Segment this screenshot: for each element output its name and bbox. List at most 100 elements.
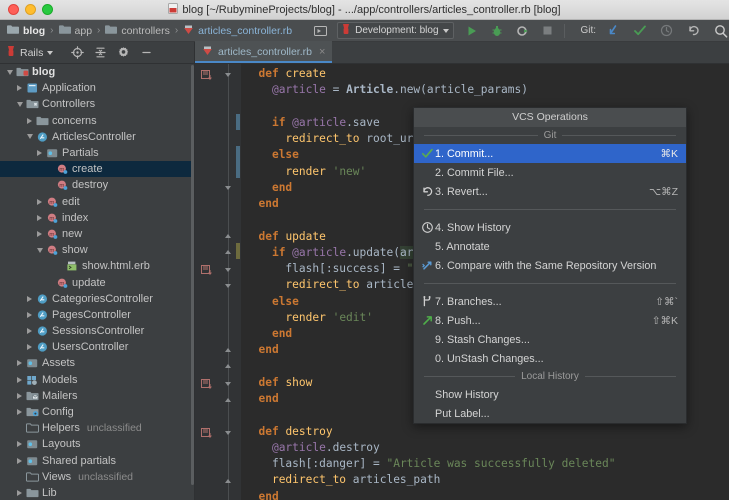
minimize-button[interactable] bbox=[25, 4, 36, 15]
tree-item-config[interactable]: Config bbox=[0, 404, 195, 420]
tree-item-helpers[interactable]: Helpers unclassified bbox=[0, 420, 195, 436]
run-method-icon[interactable] bbox=[201, 263, 212, 275]
breadcrumb-item-app[interactable]: app bbox=[58, 24, 92, 37]
menu-item-5-annotate[interactable]: 5. Annotate bbox=[414, 237, 686, 256]
tree-arrow-collapsed-icon[interactable] bbox=[37, 198, 42, 205]
tree-arrow-collapsed-icon[interactable] bbox=[17, 457, 22, 464]
tree-arrow-collapsed-icon[interactable] bbox=[37, 230, 42, 237]
run-configuration-selector[interactable]: Development: blog bbox=[337, 22, 454, 39]
settings-icon[interactable] bbox=[113, 44, 134, 62]
menu-item-1-commit[interactable]: 1. Commit... ⌘K bbox=[414, 144, 686, 163]
code-line[interactable]: def destroy bbox=[241, 424, 729, 440]
preview-icon[interactable] bbox=[310, 22, 331, 40]
breadcrumb-item-controllers[interactable]: controllers bbox=[105, 24, 170, 37]
tree-item-partials[interactable]: Partials bbox=[0, 145, 195, 161]
fold-chevron-up-icon[interactable] bbox=[225, 398, 232, 403]
run-method-icon[interactable] bbox=[201, 377, 212, 389]
tree-arrow-collapsed-icon[interactable] bbox=[17, 85, 22, 92]
vcs-history-icon[interactable] bbox=[656, 22, 677, 40]
chevron-down-icon[interactable] bbox=[442, 28, 449, 33]
tree-arrow-collapsed-icon[interactable] bbox=[17, 489, 22, 496]
close-icon[interactable]: × bbox=[319, 46, 325, 58]
tree-arrow-collapsed-icon[interactable] bbox=[37, 150, 42, 157]
vcs-operations-popup[interactable]: VCS Operations Git 1. Commit... ⌘K 2. Commi… bbox=[413, 107, 687, 424]
tree-arrow-collapsed-icon[interactable] bbox=[17, 409, 22, 416]
tree-arrow-collapsed-icon[interactable] bbox=[27, 311, 32, 318]
tree-item-create[interactable]: m create bbox=[0, 161, 195, 178]
tree-arrow-collapsed-icon[interactable] bbox=[27, 117, 32, 124]
tree-arrow-collapsed-icon[interactable] bbox=[37, 214, 42, 221]
tree-item-views[interactable]: Views unclassified bbox=[0, 469, 195, 485]
code-line[interactable]: @article = Article.new(article_params) bbox=[241, 82, 729, 98]
change-marker[interactable] bbox=[236, 146, 240, 178]
tree-arrow-collapsed-icon[interactable] bbox=[17, 441, 22, 448]
fold-chevron-up-icon[interactable] bbox=[225, 348, 232, 353]
tree-item-index[interactable]: m index bbox=[0, 210, 195, 226]
fold-chevron-down-icon[interactable] bbox=[225, 186, 232, 191]
tree-item-models[interactable]: Models bbox=[0, 372, 195, 388]
fold-chevron-up-icon[interactable] bbox=[225, 234, 232, 239]
debug-icon[interactable] bbox=[487, 22, 508, 40]
tree-item-application[interactable]: Application bbox=[0, 80, 195, 96]
code-line[interactable]: @article.destroy bbox=[241, 440, 729, 456]
change-marker[interactable] bbox=[236, 114, 240, 130]
menu-item-put-label[interactable]: Put Label... bbox=[414, 404, 686, 423]
search-icon[interactable] bbox=[710, 22, 729, 40]
tree-arrow-expanded-icon[interactable] bbox=[26, 134, 33, 140]
fold-chevron-up-icon[interactable] bbox=[225, 479, 232, 484]
tree-arrow-expanded-icon[interactable] bbox=[6, 69, 13, 75]
tree-item-lib[interactable]: Lib bbox=[0, 485, 195, 500]
tree-arrow-collapsed-icon[interactable] bbox=[17, 392, 22, 399]
tree-item-show-html-erb[interactable]: show.html.erb bbox=[0, 258, 195, 274]
chevron-down-icon[interactable] bbox=[47, 50, 54, 55]
menu-item-2-commit-file[interactable]: 2. Commit File... bbox=[414, 163, 686, 182]
breadcrumb-item-blog[interactable]: blog bbox=[7, 24, 45, 37]
tree-arrow-expanded-icon[interactable] bbox=[36, 247, 43, 253]
tree-arrow-collapsed-icon[interactable] bbox=[27, 295, 32, 302]
menu-item-show-history[interactable]: Show History bbox=[414, 385, 686, 404]
tree-item-show[interactable]: m show bbox=[0, 242, 195, 258]
code-line[interactable]: redirect_to articles_path bbox=[241, 472, 729, 488]
project-tree[interactable]: blog Application Controllers concerns Articl… bbox=[0, 64, 195, 500]
tree-item-pagescontroller[interactable]: PagesController bbox=[0, 307, 195, 323]
maximize-button[interactable] bbox=[42, 4, 53, 15]
fold-chevron-up-icon[interactable] bbox=[225, 250, 232, 255]
tree-item-userscontroller[interactable]: UsersController bbox=[0, 339, 195, 355]
fold-chevron-up-icon[interactable] bbox=[225, 364, 232, 369]
tree-arrow-expanded-icon[interactable] bbox=[16, 101, 23, 107]
tree-item-sessionscontroller[interactable]: SessionsController bbox=[0, 323, 195, 339]
locate-icon[interactable] bbox=[67, 44, 88, 62]
tree-item-new[interactable]: m new bbox=[0, 226, 195, 242]
run-method-icon[interactable] bbox=[201, 68, 212, 80]
tree-item-edit[interactable]: m edit bbox=[0, 194, 195, 210]
run-icon[interactable] bbox=[462, 22, 483, 40]
vcs-commit-icon[interactable] bbox=[629, 22, 650, 40]
menu-item-0-unstash-changes[interactable]: 0. UnStash Changes... bbox=[414, 349, 686, 368]
tree-item-articlescontroller[interactable]: ArticlesController bbox=[0, 129, 195, 145]
coverage-icon[interactable] bbox=[512, 22, 533, 40]
editor-gutter[interactable] bbox=[195, 64, 241, 500]
tree-arrow-collapsed-icon[interactable] bbox=[17, 360, 22, 367]
tree-item-assets[interactable]: Assets bbox=[0, 355, 195, 371]
tree-item-shared-partials[interactable]: Shared partials bbox=[0, 453, 195, 469]
menu-item-4-show-history[interactable]: 4. Show History bbox=[414, 218, 686, 237]
hide-icon[interactable] bbox=[136, 44, 157, 62]
stop-icon[interactable] bbox=[537, 22, 558, 40]
fold-chevron-down-icon[interactable] bbox=[225, 268, 232, 273]
fold-chevron-down-icon[interactable] bbox=[225, 431, 232, 436]
menu-item-7-branches[interactable]: 7. Branches... ⇧⌘` bbox=[414, 292, 686, 311]
fold-chevron-down-icon[interactable] bbox=[225, 284, 232, 289]
tree-item-destroy[interactable]: m destroy bbox=[0, 177, 195, 193]
menu-item-8-push[interactable]: 8. Push... ⇧⌘K bbox=[414, 311, 686, 330]
tree-item-concerns[interactable]: concerns bbox=[0, 113, 195, 129]
menu-item-6-compare-with-the-same-repository-version[interactable]: 6. Compare with the Same Repository Vers… bbox=[414, 256, 686, 275]
rails-view-selector[interactable]: Rails bbox=[0, 44, 54, 62]
tree-item-categoriescontroller[interactable]: CategoriesController bbox=[0, 291, 195, 307]
editor-tab-articles-controller[interactable]: articles_controller.rb × bbox=[195, 41, 333, 63]
tree-item-mailers[interactable]: Mailers bbox=[0, 388, 195, 404]
code-line[interactable]: def create bbox=[241, 66, 729, 82]
code-line[interactable]: flash[:danger] = "Article was successful… bbox=[241, 456, 729, 472]
vcs-update-icon[interactable] bbox=[602, 22, 623, 40]
menu-item-9-stash-changes[interactable]: 9. Stash Changes... bbox=[414, 330, 686, 349]
tree-item-update[interactable]: m update bbox=[0, 274, 195, 290]
